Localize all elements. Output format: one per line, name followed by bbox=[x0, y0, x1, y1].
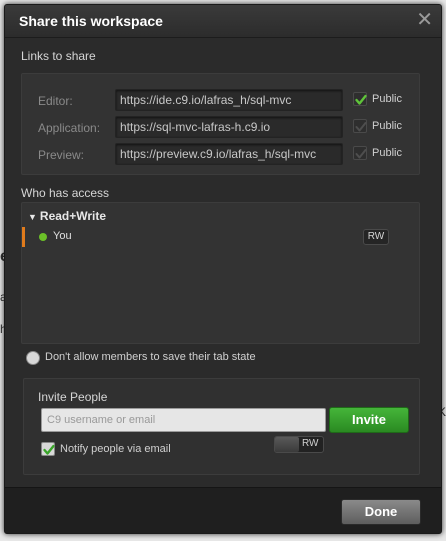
checkmark-icon bbox=[355, 149, 367, 159]
checkmark-icon bbox=[43, 444, 55, 455]
checkmark-icon bbox=[355, 122, 367, 132]
preview-public-checkbox[interactable] bbox=[353, 146, 367, 160]
tab-state-checkbox[interactable] bbox=[26, 351, 40, 365]
application-label: Application: bbox=[38, 121, 101, 135]
dialog-footer: Done bbox=[5, 487, 441, 533]
application-url-field[interactable]: https://sql-mvc-lafras-h.c9.io bbox=[115, 116, 343, 138]
done-button[interactable]: Done bbox=[341, 499, 421, 525]
editor-public-checkbox[interactable] bbox=[353, 92, 367, 106]
checkmark-icon bbox=[355, 94, 367, 105]
member-permission-badge[interactable]: RW bbox=[363, 229, 389, 245]
access-heading: Who has access bbox=[21, 186, 110, 200]
group-label: Read+Write bbox=[39, 209, 107, 223]
member-name: You bbox=[53, 230, 72, 242]
application-public-checkbox[interactable] bbox=[353, 119, 367, 133]
toggle-knob[interactable] bbox=[275, 437, 299, 452]
editor-label: Editor: bbox=[38, 94, 73, 108]
online-status-icon bbox=[39, 233, 47, 241]
invite-button[interactable]: Invite bbox=[329, 407, 409, 433]
read-write-group[interactable]: ▼ Read+Write bbox=[28, 209, 106, 223]
application-public-label: Public bbox=[372, 120, 402, 132]
dialog-titlebar: Share this workspace ✕ bbox=[5, 5, 441, 38]
tab-state-label: Don't allow members to save their tab st… bbox=[45, 351, 256, 363]
editor-url-field[interactable]: https://ide.c9.io/lafras_h/sql-mvc bbox=[115, 89, 343, 111]
close-icon[interactable]: ✕ bbox=[416, 10, 433, 30]
invite-panel: Invite People C9 username or email Invit… bbox=[23, 378, 420, 475]
dialog-title: Share this workspace bbox=[19, 13, 163, 29]
invite-heading: Invite People bbox=[38, 390, 108, 404]
preview-label: Preview: bbox=[38, 148, 85, 162]
toggle-label: RW bbox=[302, 438, 319, 449]
triangle-down-icon: ▼ bbox=[28, 212, 37, 222]
share-workspace-dialog: Share this workspace ✕ Links to share Ed… bbox=[4, 4, 442, 534]
member-row[interactable]: You RW bbox=[22, 227, 419, 247]
notify-email-label: Notify people via email bbox=[60, 443, 171, 455]
access-list: ▼ Read+Write You RW bbox=[21, 202, 420, 344]
invite-permission-toggle[interactable]: RW bbox=[274, 436, 324, 453]
notify-email-checkbox[interactable] bbox=[41, 442, 55, 456]
member-accent-bar bbox=[22, 227, 25, 247]
links-panel: Editor: https://ide.c9.io/lafras_h/sql-m… bbox=[21, 73, 420, 175]
links-heading: Links to share bbox=[21, 49, 96, 63]
preview-url-field[interactable]: https://preview.c9.io/lafras_h/sql-mvc bbox=[115, 143, 343, 165]
invite-username-input[interactable]: C9 username or email bbox=[41, 408, 326, 432]
preview-public-label: Public bbox=[372, 147, 402, 159]
editor-public-label: Public bbox=[372, 93, 402, 105]
